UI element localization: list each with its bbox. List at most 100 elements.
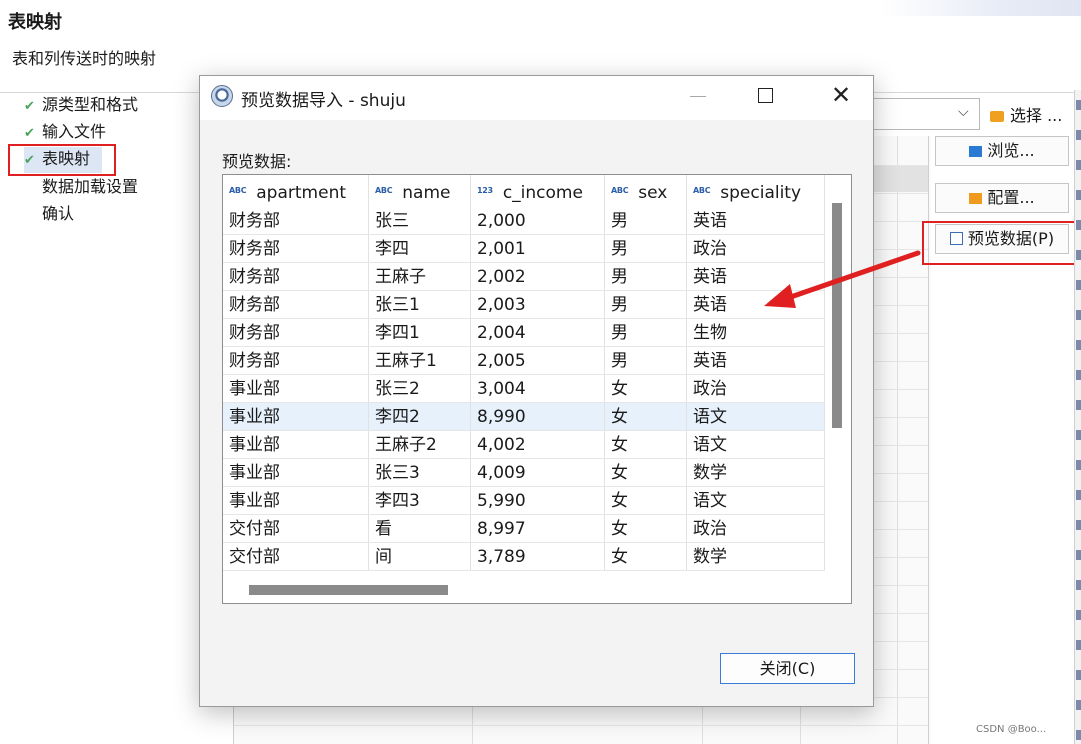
clipped-text	[1076, 400, 1081, 410]
table-row[interactable]: 财务部 张三 2,000 男英语	[223, 207, 825, 235]
table-row[interactable]: 事业部 李四3 5,990 女语文	[223, 487, 825, 515]
table-cell: 张三1	[369, 291, 471, 318]
clipped-text	[1076, 580, 1081, 590]
maximize-icon[interactable]	[758, 88, 773, 103]
table-row[interactable]: 财务部 李四 2,001 男政治	[223, 235, 825, 263]
column-header[interactable]: ABC name	[369, 175, 471, 207]
close-icon[interactable]: ✕	[828, 80, 854, 110]
close-button[interactable]: 关闭(C)	[720, 653, 855, 684]
table-cell: 2,005	[471, 347, 605, 374]
table-cell: 3,789	[471, 543, 605, 570]
grid-line	[234, 725, 928, 726]
check-icon: ✔	[24, 99, 35, 114]
table-cell: 女	[605, 515, 687, 542]
table-row[interactable]: 事业部 张三3 4,009 女数学	[223, 459, 825, 487]
clipped-text	[1076, 670, 1081, 680]
clipped-text	[1076, 340, 1081, 350]
column-header[interactable]: 123 c_income	[471, 175, 605, 207]
table-cell: 李四	[369, 235, 471, 262]
column-header-label: name	[402, 183, 451, 203]
table-row[interactable]: 财务部 王麻子1 2,005 男英语	[223, 347, 825, 375]
preview-label: 预览数据:	[222, 152, 292, 171]
wizard-step[interactable]: ✔ 输入文件	[24, 120, 106, 144]
clipped-text	[1076, 520, 1081, 530]
table-cell: 王麻子1	[369, 347, 471, 374]
table-cell: 财务部	[223, 263, 369, 290]
wizard-step[interactable]: 数据加载设置	[24, 175, 138, 199]
column-header[interactable]: ABC apartment	[223, 175, 369, 207]
table-cell: 李四1	[369, 319, 471, 346]
horizontal-scrollbar[interactable]	[249, 585, 448, 595]
table-cell: 数学	[687, 459, 825, 486]
table-cell: 交付部	[223, 515, 369, 542]
table-cell: 张三	[369, 207, 471, 234]
annotation-box-preview-button	[922, 221, 1077, 265]
table-cell: 张三2	[369, 375, 471, 402]
wizard-step-label: 源类型和格式	[42, 95, 139, 114]
table-row[interactable]: 事业部 张三2 3,004 女政治	[223, 375, 825, 403]
table-row[interactable]: 财务部 王麻子 2,002 男英语	[223, 263, 825, 291]
table-cell: 财务部	[223, 319, 369, 346]
clipped-text	[1076, 460, 1081, 470]
table-row[interactable]: 事业部 李四2 8,990 女语文	[223, 403, 825, 431]
table-cell: 语文	[687, 487, 825, 514]
table-cell: 男	[605, 235, 687, 262]
clipped-text	[1076, 220, 1081, 230]
table-row[interactable]: 事业部 王麻子2 4,002 女语文	[223, 431, 825, 459]
table-cell: 2,003	[471, 291, 605, 318]
table-cell: 王麻子	[369, 263, 471, 290]
text-type-icon: ABC	[693, 186, 711, 195]
preview-grid[interactable]: ABC apartment ABC name 123 c_income ABC sex ABC s…	[222, 174, 852, 604]
annotation-arrow	[764, 250, 921, 308]
browse-button[interactable]: 浏览...	[935, 136, 1069, 166]
table-cell: 女	[605, 403, 687, 430]
config-button[interactable]: 配置...	[935, 183, 1069, 213]
column-header[interactable]: ABC sex	[605, 175, 687, 207]
table-cell: 女	[605, 543, 687, 570]
table-cell: 2,002	[471, 263, 605, 290]
clipped-text	[1076, 610, 1081, 620]
minimize-icon[interactable]	[687, 84, 711, 108]
table-row[interactable]: 交付部看 8,997 女政治	[223, 515, 825, 543]
grid-line	[897, 136, 898, 744]
table-cell: 财务部	[223, 235, 369, 262]
table-cell: 生物	[687, 319, 825, 346]
wizard-step[interactable]: 确认	[24, 202, 74, 226]
text-type-icon: ABC	[611, 186, 629, 195]
chevron-down-icon[interactable]: ⌵	[958, 104, 969, 120]
table-cell: 数学	[687, 543, 825, 570]
table-cell: 事业部	[223, 487, 369, 514]
table-cell: 女	[605, 431, 687, 458]
table-cell: 交付部	[223, 543, 369, 570]
table-row[interactable]: 财务部 张三1 2,003 男英语	[223, 291, 825, 319]
table-cell: 男	[605, 263, 687, 290]
table-cell: 王麻子2	[369, 431, 471, 458]
table-cell: 财务部	[223, 291, 369, 318]
column-header[interactable]: ABC speciality	[687, 175, 825, 207]
table-cell: 语文	[687, 431, 825, 458]
table-cell: 8,990	[471, 403, 605, 430]
clipped-text	[1076, 550, 1081, 560]
table-row[interactable]: 交付部间 3,789 女数学	[223, 543, 825, 571]
app-icon	[211, 85, 233, 107]
text-type-icon: ABC	[375, 186, 393, 195]
annotation-box-current-step	[8, 144, 116, 176]
wizard-step-label: 输入文件	[42, 122, 107, 141]
table-row[interactable]: 财务部 李四1 2,004 男生物	[223, 319, 825, 347]
select-button[interactable]: 选择 ...	[990, 102, 1062, 128]
table-cell: 男	[605, 291, 687, 318]
check-icon: ✔	[24, 126, 35, 141]
clipped-text	[1076, 130, 1081, 140]
table-cell: 8,997	[471, 515, 605, 542]
folder-icon	[990, 111, 1004, 122]
table-cell: 语文	[687, 403, 825, 430]
table-cell: 李四3	[369, 487, 471, 514]
wizard-step[interactable]: ✔ 源类型和格式	[24, 93, 138, 117]
column-header-label: c_income	[502, 183, 583, 203]
table-cell: 财务部	[223, 207, 369, 234]
dialog-title: 预览数据导入 - shuju	[241, 91, 406, 111]
table-cell: 女	[605, 459, 687, 486]
table-cell: 政治	[687, 515, 825, 542]
table-cell: 财务部	[223, 347, 369, 374]
clipped-text	[1076, 160, 1081, 170]
